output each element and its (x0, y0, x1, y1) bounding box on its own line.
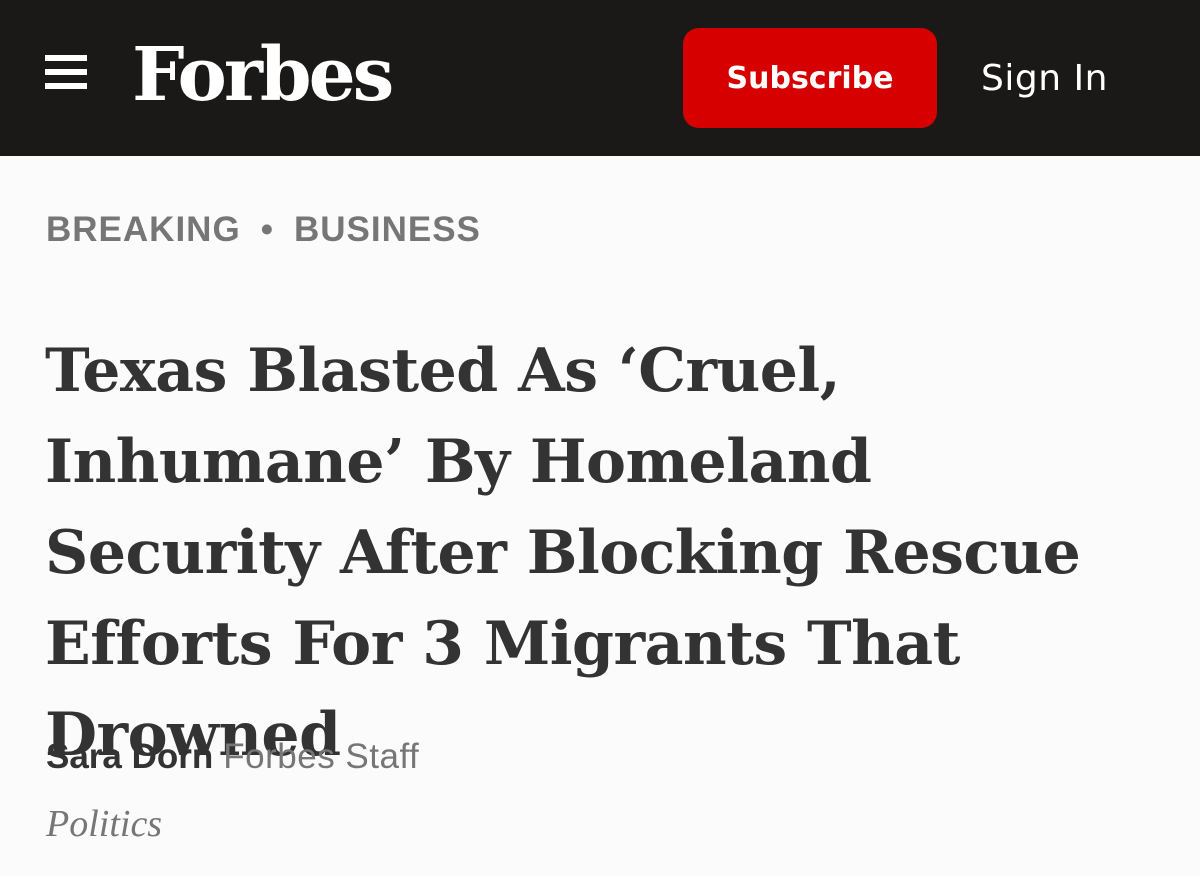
menu-icon-bar (45, 69, 87, 75)
menu-icon-bar (45, 55, 87, 61)
top-nav-bar: Forbes Subscribe Sign In (0, 0, 1200, 156)
hamburger-menu-icon[interactable] (45, 55, 87, 91)
subscribe-button[interactable]: Subscribe (683, 28, 937, 128)
byline: Sara Dorn Forbes Staff (46, 734, 419, 780)
author-name-link[interactable]: Sara Dorn (46, 737, 213, 776)
menu-icon-bar (45, 83, 87, 89)
breadcrumb-business-link[interactable]: BUSINESS (294, 208, 481, 252)
breadcrumb: BREAKING • BUSINESS (46, 208, 481, 252)
article-headline: Texas Blasted As ‘Cruel, Inhumane’ By Ho… (45, 336, 1081, 770)
breadcrumb-breaking-label: BREAKING (46, 210, 241, 249)
breadcrumb-separator: • (260, 210, 274, 249)
forbes-logo[interactable]: Forbes (132, 30, 394, 120)
sign-in-link[interactable]: Sign In (981, 54, 1108, 104)
author-role: Forbes Staff (223, 737, 420, 776)
channel-link[interactable]: Politics (46, 800, 162, 848)
